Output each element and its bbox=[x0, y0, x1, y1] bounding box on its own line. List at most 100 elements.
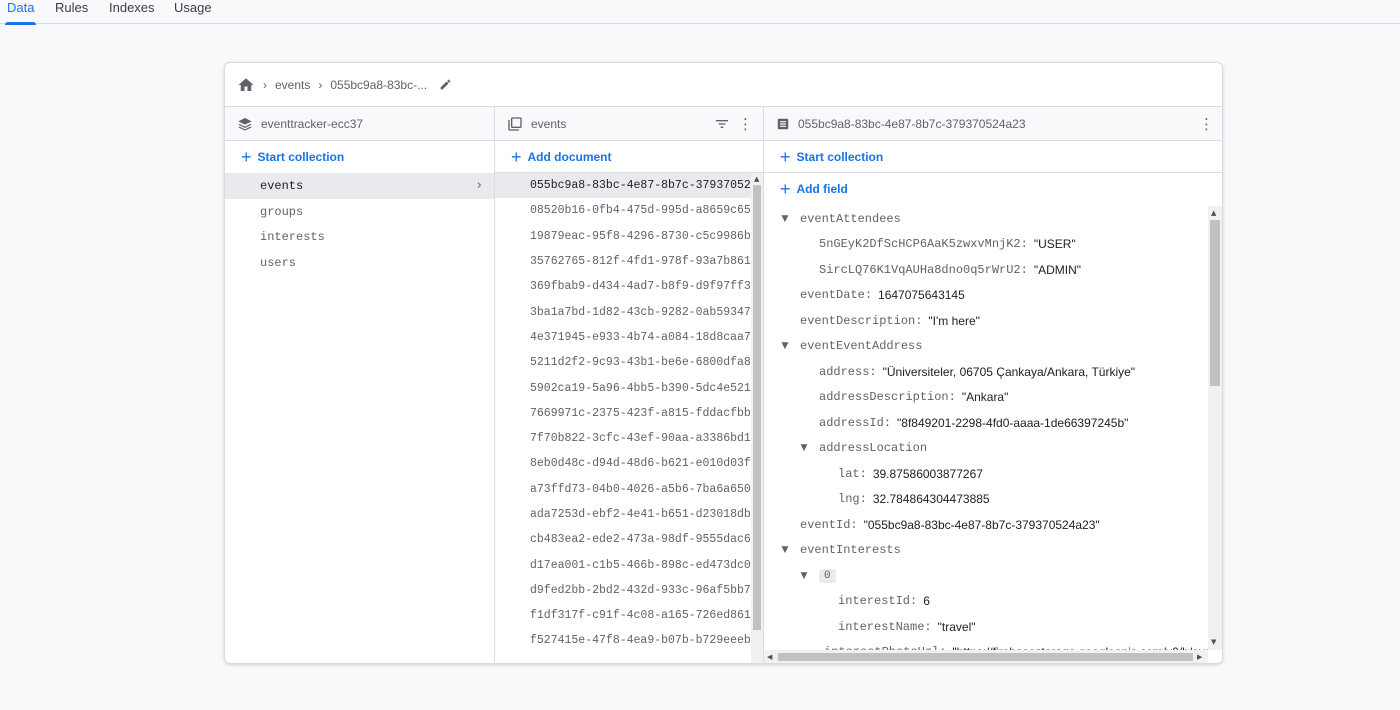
field-row[interactable]: lng:32.784864304473885 bbox=[764, 487, 1208, 513]
field-tree: ▼ eventAttendees 5nGEyK2DfScHCP6AaK5zwxvMn… bbox=[764, 206, 1208, 650]
field-colon: : bbox=[864, 288, 873, 303]
add-document-label: Add document bbox=[527, 149, 612, 164]
add-document-button[interactable]: + Add document bbox=[495, 141, 763, 173]
field-row[interactable]: address: "Üniversiteler, 06705 Çankaya/An… bbox=[764, 359, 1208, 385]
field-row[interactable]: ▼ eventInterests bbox=[764, 538, 1208, 564]
document-list-scrollbar[interactable]: ▲ bbox=[751, 173, 763, 663]
field-row[interactable]: addressId: "8f849201-2298-4fd0-aaaa-1de66… bbox=[764, 410, 1208, 436]
document-item[interactable]: 35762765-812f-4fd1-978f-93a7b8610 bbox=[495, 249, 751, 274]
field-key: eventDescription bbox=[800, 313, 916, 328]
document-list-scroll-thumb[interactable] bbox=[753, 185, 761, 630]
document-item[interactable]: f527415e-47f8-4ea9-b07b-b729eeeb1 bbox=[495, 628, 751, 653]
add-field-button[interactable]: + Add field bbox=[764, 174, 1222, 204]
expand-caret-icon[interactable]: ▼ bbox=[778, 341, 792, 351]
plus-icon: + bbox=[511, 146, 522, 167]
document-item[interactable]: 7f70b822-3cfc-43ef-90aa-a3386bd11 bbox=[495, 426, 751, 451]
document-item[interactable]: 5902ca19-5a96-4bb5-b390-5dc4e5215 bbox=[495, 375, 751, 400]
field-tree-scroll-thumb[interactable] bbox=[1210, 220, 1220, 386]
scroll-up-arrow-icon[interactable]: ▲ bbox=[754, 175, 759, 183]
expand-caret-icon[interactable]: ▼ bbox=[778, 545, 792, 555]
document-item[interactable]: cb483ea2-ede2-473a-98df-9555dac67 bbox=[495, 527, 751, 552]
document-pane: 055bc9a8-83bc-4e87-8b7c-379370524a23 ⋮ +… bbox=[764, 107, 1222, 663]
field-row[interactable]: SircLQ76K1VqAUHa8dno0q5rWrU2: "ADMIN" bbox=[764, 257, 1208, 283]
field-colon: : bbox=[883, 415, 892, 430]
field-value: "travel" bbox=[937, 619, 976, 634]
field-row[interactable]: 5nGEyK2DfScHCP6AaK5zwxvMnjK2: "USER" bbox=[764, 232, 1208, 258]
expand-caret-icon[interactable]: ▼ bbox=[797, 443, 811, 453]
more-vert-icon[interactable]: ⋮ bbox=[738, 116, 753, 132]
field-row[interactable]: ▼ 0 bbox=[764, 563, 1208, 589]
breadcrumb-item-document[interactable]: 055bc9a8-83bc-... bbox=[330, 78, 427, 92]
document-item[interactable]: 19879eac-95f8-4296-8730-c5c9986b7 bbox=[495, 224, 751, 249]
field-row[interactable]: eventDescription: "I'm here" bbox=[764, 308, 1208, 334]
document-item[interactable]: 3ba1a7bd-1d82-43cb-9282-0ab593477 bbox=[495, 299, 751, 324]
field-row[interactable]: lat:39.87586003877267 bbox=[764, 461, 1208, 487]
document-item[interactable]: 4e371945-e933-4b74-a084-18d8caa77 bbox=[495, 325, 751, 350]
filter-icon[interactable] bbox=[714, 116, 730, 132]
breadcrumb-item-events[interactable]: events bbox=[275, 78, 310, 92]
collection-pane-header: events ⋮ bbox=[495, 107, 763, 141]
document-item[interactable]: a73ffd73-04b0-4026-a5b6-7ba6a650a bbox=[495, 477, 751, 502]
tab-rules[interactable]: Rules bbox=[55, 0, 88, 24]
field-tree-vertical-scrollbar[interactable]: ▲ ▼ bbox=[1208, 206, 1222, 650]
field-key: SircLQ76K1VqAUHa8dno0q5rWrU2 bbox=[819, 262, 1021, 277]
scroll-down-arrow-icon[interactable]: ▼ bbox=[1211, 638, 1216, 646]
field-colon: : bbox=[1020, 262, 1028, 277]
tab-indexes[interactable]: Indexes bbox=[109, 0, 155, 24]
tab-data[interactable]: Data bbox=[4, 0, 37, 25]
collection-item-users[interactable]: users bbox=[225, 250, 494, 276]
expand-caret-icon[interactable]: ▼ bbox=[778, 214, 792, 224]
root-pane-header: eventtracker-ecc37 bbox=[225, 107, 494, 141]
field-row[interactable]: eventId: "055bc9a8-83bc-4e87-8b7c-3793705… bbox=[764, 512, 1208, 538]
field-value: "055bc9a8-83bc-4e87-8b7c-379370524a23" bbox=[863, 517, 1100, 532]
field-key: eventDate bbox=[800, 288, 865, 303]
field-value: 39.87586003877267 bbox=[872, 466, 983, 481]
field-key: addressDescription bbox=[819, 390, 949, 405]
field-row[interactable]: interestName: "travel" bbox=[764, 614, 1208, 640]
field-row[interactable]: ▼ eventAttendees bbox=[764, 206, 1208, 232]
tab-usage[interactable]: Usage bbox=[174, 0, 212, 24]
field-value: 6 bbox=[923, 594, 930, 609]
document-list: 055bc9a8-83bc-4e87-8b7c-379370524 08520b1… bbox=[495, 173, 751, 663]
start-collection-label: Start collection bbox=[257, 150, 345, 164]
document-item[interactable]: 8eb0d48c-d94d-48d6-b621-e010d03fc bbox=[495, 451, 751, 476]
document-item[interactable]: 055bc9a8-83bc-4e87-8b7c-379370524 bbox=[495, 173, 751, 199]
field-tree-horizontal-scrollbar[interactable]: ◀ ▶ bbox=[764, 650, 1208, 663]
field-colon: : bbox=[869, 364, 877, 379]
start-subcollection-button[interactable]: + Start collection bbox=[764, 141, 1222, 173]
root-pane: eventtracker-ecc37 + Start collection ev… bbox=[225, 107, 495, 663]
document-item[interactable]: ada7253d-ebf2-4e41-b651-d23018dbe bbox=[495, 502, 751, 527]
field-row[interactable]: interestId:6 bbox=[764, 589, 1208, 615]
document-item[interactable]: d9fed2bb-2bd2-432d-933c-96af5bb74 bbox=[495, 578, 751, 603]
field-row[interactable]: ▼ eventEventAddress bbox=[764, 334, 1208, 360]
more-vert-icon[interactable]: ⋮ bbox=[1199, 116, 1214, 132]
collection-icon bbox=[507, 116, 523, 132]
field-tree-hscroll-thumb[interactable] bbox=[778, 653, 1193, 661]
collection-item-interests[interactable]: interests bbox=[225, 224, 494, 250]
document-item[interactable]: d17ea001-c1b5-466b-898c-ed473dc06 bbox=[495, 552, 751, 577]
collection-pane: events ⋮ + Add document 055bc9a8-83bc-4e… bbox=[495, 107, 764, 663]
field-key: lng bbox=[838, 492, 860, 507]
field-row[interactable]: eventDate:1647075643145 bbox=[764, 283, 1208, 309]
start-collection-button[interactable]: + Start collection bbox=[225, 141, 494, 173]
home-icon[interactable] bbox=[237, 76, 255, 94]
pencil-icon[interactable] bbox=[439, 78, 452, 91]
document-item[interactable]: 369fbab9-d434-4ad7-b8f9-d9f97ff36 bbox=[495, 274, 751, 299]
document-item[interactable]: f1df317f-c91f-4c08-a165-726ed861a bbox=[495, 603, 751, 628]
field-key: interestName bbox=[838, 619, 925, 634]
field-row[interactable]: ▼ addressLocation bbox=[764, 436, 1208, 462]
chevron-right-icon: › bbox=[476, 178, 482, 193]
scroll-up-arrow-icon[interactable]: ▲ bbox=[1211, 209, 1216, 217]
field-row[interactable]: addressDescription: "Ankara" bbox=[764, 385, 1208, 411]
field-row[interactable]: interestPhotoUrl:"https://firebasestorag… bbox=[764, 640, 1208, 650]
document-item[interactable]: 08520b16-0fb4-475d-995d-a8659c657 bbox=[495, 198, 751, 223]
scroll-left-arrow-icon[interactable]: ◀ bbox=[767, 653, 772, 661]
document-item[interactable]: 7669971c-2375-423f-a815-fddacfbb4 bbox=[495, 401, 751, 426]
collection-item-groups[interactable]: groups bbox=[225, 199, 494, 225]
firestore-data-card: › events › 055bc9a8-83bc-... eventtracke… bbox=[224, 62, 1223, 664]
array-index-badge: 0 bbox=[819, 568, 836, 583]
scroll-right-arrow-icon[interactable]: ▶ bbox=[1197, 653, 1202, 661]
document-item[interactable]: 5211d2f2-9c93-43b1-be6e-6800dfa87 bbox=[495, 350, 751, 375]
expand-caret-icon[interactable]: ▼ bbox=[797, 571, 811, 581]
collection-item-events[interactable]: events › bbox=[225, 173, 494, 199]
